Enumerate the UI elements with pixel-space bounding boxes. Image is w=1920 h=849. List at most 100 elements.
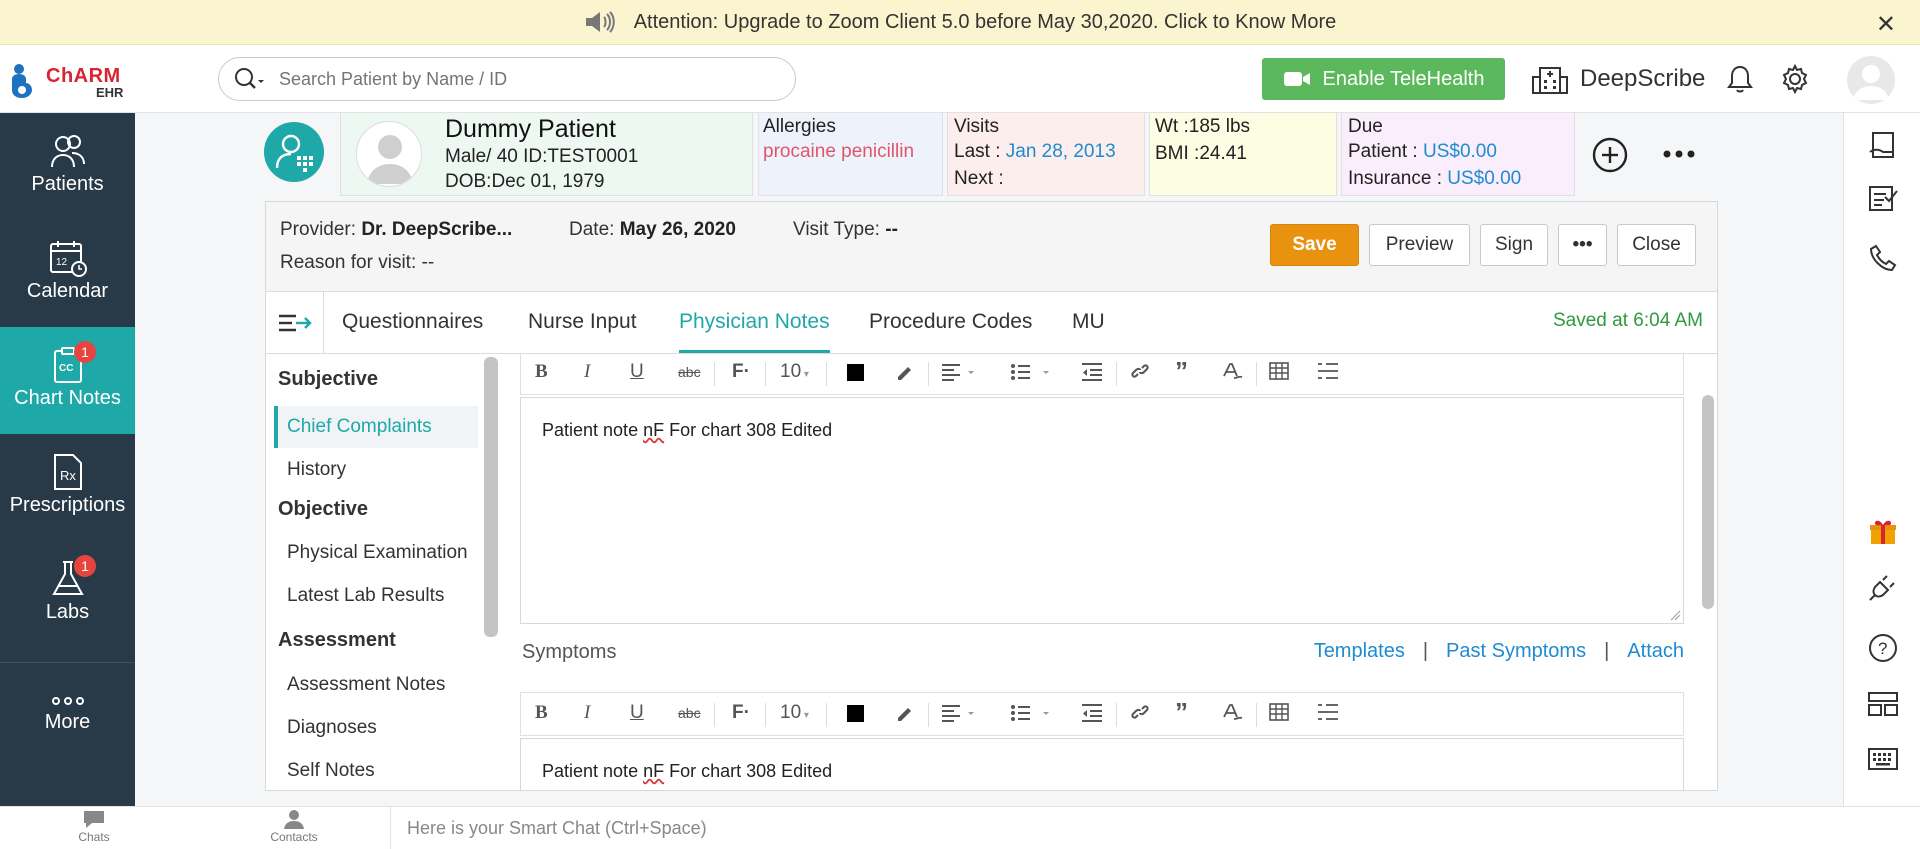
bold-icon[interactable]: B bbox=[535, 361, 548, 383]
keyboard-icon[interactable] bbox=[1868, 747, 1898, 776]
resize-handle-icon[interactable] bbox=[1669, 609, 1681, 621]
tab-questionnaires[interactable]: Questionnaires bbox=[342, 310, 483, 353]
preview-button[interactable]: Preview bbox=[1369, 224, 1470, 266]
smart-chat-input[interactable]: Here is your Smart Chat (Ctrl+Space) bbox=[390, 807, 1920, 849]
quote-icon[interactable]: ” bbox=[1175, 697, 1188, 728]
chat-bubble-icon bbox=[84, 811, 104, 828]
allergies-card[interactable]: Allergies procaine penicillin bbox=[758, 113, 943, 196]
editor-scrollbar[interactable] bbox=[1702, 395, 1714, 609]
phone-icon[interactable] bbox=[1868, 243, 1898, 278]
section-item-self-notes[interactable]: Self Notes bbox=[274, 750, 478, 790]
table-icon[interactable] bbox=[1269, 702, 1289, 728]
upgrade-banner[interactable]: Attention: Upgrade to Zoom Client 5.0 be… bbox=[0, 0, 1920, 45]
chats-button[interactable]: Chats bbox=[44, 809, 144, 844]
underline-icon[interactable]: U bbox=[630, 361, 644, 383]
tab-physician-notes[interactable]: Physician Notes bbox=[679, 310, 830, 353]
nav-more[interactable]: More bbox=[0, 663, 135, 770]
nav-patients[interactable]: Patients bbox=[0, 113, 135, 220]
highlight-icon[interactable] bbox=[894, 702, 914, 728]
visits-card[interactable]: Visits Last : Jan 28, 2013 Next : bbox=[947, 113, 1145, 196]
clear-format-icon[interactable] bbox=[1221, 702, 1243, 728]
plug-icon[interactable] bbox=[1868, 572, 1898, 607]
nav-labs[interactable]: 1 Labs bbox=[0, 541, 135, 648]
help-icon[interactable]: ? bbox=[1868, 633, 1898, 668]
past-symptoms-link[interactable]: Past Symptoms bbox=[1446, 640, 1586, 662]
font-family-icon[interactable]: F· bbox=[732, 361, 750, 383]
layout-icon[interactable] bbox=[1868, 691, 1898, 722]
attach-link[interactable]: Attach bbox=[1627, 640, 1684, 662]
last-visit-date[interactable]: Jan 28, 2013 bbox=[1006, 141, 1116, 162]
patient-info-card[interactable]: Dummy Patient Male/ 40 ID:TEST0001 DOB:D… bbox=[340, 113, 753, 196]
outdent-icon[interactable] bbox=[1081, 702, 1103, 728]
search-input[interactable] bbox=[279, 68, 759, 90]
bold-icon[interactable]: B bbox=[535, 702, 548, 724]
close-button[interactable]: Close bbox=[1617, 224, 1696, 266]
user-avatar[interactable] bbox=[1847, 56, 1895, 104]
symptoms-editor[interactable]: Patient note nF For chart 308 Edited bbox=[520, 738, 1684, 790]
italic-icon[interactable]: I bbox=[584, 361, 590, 383]
templates-link[interactable]: Templates bbox=[1314, 640, 1405, 662]
close-banner-icon[interactable]: ✕ bbox=[1876, 10, 1896, 39]
link-icon[interactable] bbox=[1129, 361, 1151, 387]
nav-chart-notes[interactable]: CC 1 Chart Notes bbox=[0, 327, 135, 434]
section-item-assessment-notes[interactable]: Assessment Notes bbox=[274, 664, 478, 706]
clear-format-icon[interactable] bbox=[1221, 361, 1243, 387]
due-card[interactable]: Due Patient : US$0.00 Insurance : US$0.0… bbox=[1341, 113, 1575, 196]
section-item-physical-examination[interactable]: Physical Examination bbox=[274, 532, 478, 574]
checklist-icon[interactable] bbox=[1868, 183, 1898, 218]
format-block-icon[interactable] bbox=[1317, 361, 1339, 387]
section-item-chief-complaints[interactable]: Chief Complaints bbox=[274, 406, 478, 448]
visit-type-field[interactable]: Visit Type: -- bbox=[793, 219, 898, 241]
reason-field[interactable]: Reason for visit: -- bbox=[280, 252, 434, 274]
gear-icon[interactable] bbox=[1780, 63, 1810, 99]
nav-prescriptions[interactable]: Rx Prescriptions bbox=[0, 434, 135, 541]
section-item-latest-lab-results[interactable]: Latest Lab Results bbox=[274, 575, 478, 617]
font-size-select[interactable]: 10 ▾ bbox=[780, 702, 809, 724]
outdent-icon[interactable] bbox=[1081, 361, 1103, 387]
strikethrough-icon[interactable]: abc bbox=[678, 364, 701, 380]
font-family-icon[interactable]: F· bbox=[732, 702, 750, 724]
quote-icon[interactable]: ” bbox=[1175, 356, 1188, 387]
sign-button[interactable]: Sign bbox=[1480, 224, 1548, 266]
patient-search-box[interactable] bbox=[218, 57, 796, 101]
charm-logo[interactable]: ChARM EHR bbox=[8, 55, 133, 103]
font-size-select[interactable]: 10 ▾ bbox=[780, 361, 809, 383]
strikethrough-icon[interactable]: abc bbox=[678, 705, 701, 721]
collapse-sections-icon[interactable] bbox=[266, 292, 324, 353]
bell-icon[interactable] bbox=[1726, 64, 1754, 99]
vitals-card[interactable]: Wt :185 lbs BMI :24.41 bbox=[1149, 113, 1337, 196]
sections-scrollbar[interactable] bbox=[484, 357, 498, 637]
tab-nurse-input[interactable]: Nurse Input bbox=[528, 310, 637, 353]
tab-procedure-codes[interactable]: Procedure Codes bbox=[869, 310, 1032, 353]
format-block-icon[interactable] bbox=[1317, 702, 1339, 728]
underline-icon[interactable]: U bbox=[630, 702, 644, 724]
add-circle-icon[interactable] bbox=[1592, 137, 1628, 178]
more-actions-button[interactable]: ••• bbox=[1558, 224, 1607, 266]
list-icon[interactable] bbox=[1010, 361, 1052, 387]
more-options-icon[interactable] bbox=[1662, 146, 1696, 167]
table-icon[interactable] bbox=[1269, 361, 1289, 387]
chief-complaints-editor[interactable]: Patient note nF For chart 308 Edited bbox=[520, 397, 1684, 624]
text-color-icon[interactable] bbox=[847, 364, 864, 381]
tab-mu[interactable]: MU bbox=[1072, 310, 1105, 353]
patient-type-icon[interactable] bbox=[264, 122, 324, 182]
practice-switcher[interactable]: DeepScribe bbox=[1532, 59, 1705, 99]
link-icon[interactable] bbox=[1129, 702, 1151, 728]
clipboard-hand-icon[interactable] bbox=[1868, 130, 1898, 165]
align-icon[interactable] bbox=[941, 702, 977, 728]
contacts-button[interactable]: Contacts bbox=[244, 809, 344, 844]
section-item-diagnoses[interactable]: Diagnoses bbox=[274, 707, 478, 749]
align-icon[interactable] bbox=[941, 361, 977, 387]
banner-message[interactable]: Attention: Upgrade to Zoom Client 5.0 be… bbox=[634, 11, 1337, 34]
text-color-icon[interactable] bbox=[847, 705, 864, 722]
date-field[interactable]: Date: May 26, 2020 bbox=[569, 219, 736, 241]
list-icon[interactable] bbox=[1010, 702, 1052, 728]
gift-icon[interactable] bbox=[1868, 517, 1898, 552]
save-button[interactable]: Save bbox=[1270, 224, 1359, 266]
section-item-history[interactable]: History bbox=[274, 449, 478, 491]
nav-calendar[interactable]: 12 Calendar bbox=[0, 220, 135, 327]
highlight-icon[interactable] bbox=[894, 361, 914, 387]
italic-icon[interactable]: I bbox=[584, 702, 590, 724]
provider-field[interactable]: Provider: Dr. DeepScribe... bbox=[280, 219, 512, 241]
enable-telehealth-button[interactable]: Enable TeleHealth bbox=[1262, 58, 1505, 100]
